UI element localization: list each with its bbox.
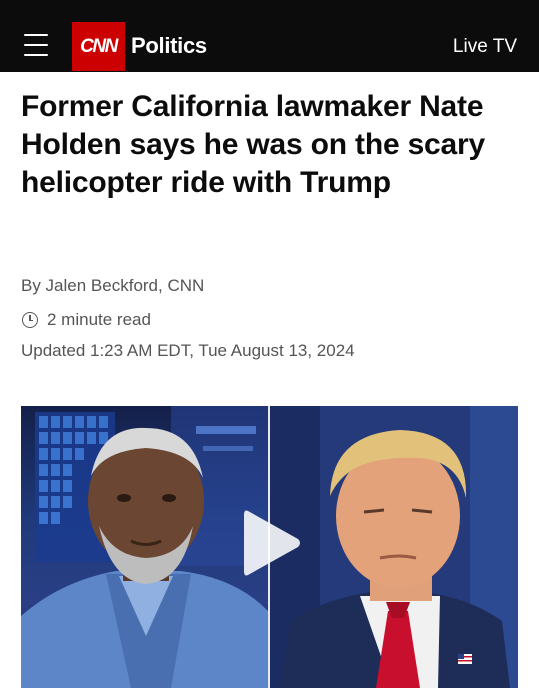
video-player[interactable]: [21, 406, 518, 688]
clock-icon: [22, 312, 38, 328]
live-tv-link[interactable]: Live TV: [453, 36, 517, 58]
section-title[interactable]: Politics: [131, 33, 207, 59]
read-time-label: 2 minute read: [47, 310, 151, 329]
play-icon[interactable]: [242, 507, 302, 579]
candidate-portrait-image: [270, 406, 518, 688]
hamburger-menu-icon[interactable]: [24, 34, 48, 56]
top-navbar: CNN Politics Live TV: [0, 0, 539, 72]
read-time: 2 minute read: [21, 310, 151, 330]
cnn-logo[interactable]: CNN: [72, 22, 125, 71]
article-byline[interactable]: By Jalen Beckford, CNN: [21, 276, 204, 296]
video-still-left: [21, 406, 268, 688]
video-still-right: [270, 406, 518, 688]
article-headline: Former California lawmaker Nate Holden s…: [21, 90, 485, 199]
cnn-logo-text: CNN: [80, 35, 118, 57]
speaker-portrait-image: [21, 406, 268, 688]
updated-timestamp: Updated 1:23 AM EDT, Tue August 13, 2024: [21, 341, 355, 360]
